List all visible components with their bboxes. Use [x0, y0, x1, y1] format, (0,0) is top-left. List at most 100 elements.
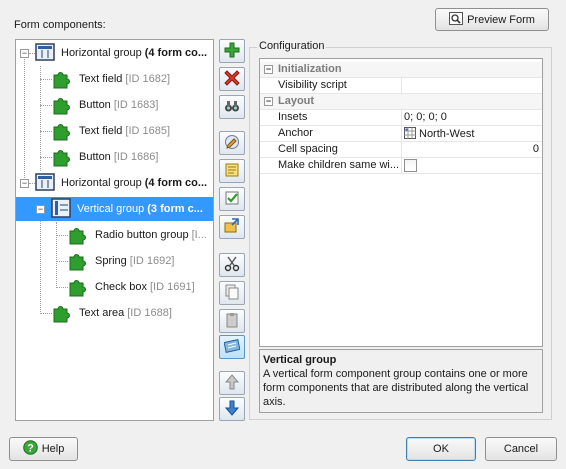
property-name: Visibility script [278, 79, 347, 91]
collapse-icon[interactable]: − [36, 205, 45, 214]
tree-item-horizontal-group[interactable]: − Horizontal group (4 form co... [16, 41, 213, 65]
tree-item-label: Horizontal group [61, 177, 142, 189]
tree-item-label: Spring [95, 255, 127, 267]
transform-icon [224, 217, 240, 237]
validate-button[interactable] [219, 187, 245, 211]
tree-item-id: [ID 1683] [113, 99, 159, 111]
add-button[interactable] [219, 39, 245, 63]
form-components-tree[interactable]: − Horizontal group (4 form co... Text fi… [15, 39, 214, 421]
property-table[interactable]: − Initialization Visibility script − Lay… [259, 58, 543, 347]
checkbox[interactable] [404, 159, 417, 172]
description-text: A vertical form component group contains… [263, 368, 529, 408]
puzzle-icon [51, 301, 73, 325]
vertical-group-icon [51, 197, 71, 221]
tree-item-label: Radio button group [95, 229, 189, 241]
move-down-button[interactable] [219, 397, 245, 421]
category-label: Initialization [278, 63, 342, 75]
help-icon: ? [22, 440, 38, 458]
delete-button[interactable] [219, 67, 245, 91]
property-visibility-script[interactable]: Visibility script [260, 78, 542, 94]
tree-item-vertical-group[interactable]: − Vertical group (3 form c... [16, 197, 213, 221]
tree-item-label: Button [79, 99, 111, 111]
edit-icon [224, 134, 240, 153]
tree-item-id: [I... [191, 229, 207, 241]
description-panel: Vertical group A vertical form component… [259, 349, 543, 413]
tree-item-text-area[interactable]: Text area [ID 1688] [16, 301, 213, 325]
tree-item-check-box[interactable]: Check box [ID 1691] [16, 275, 213, 299]
form-components-label: Form components: [14, 19, 106, 31]
edit-button[interactable] [219, 131, 245, 155]
tree-item-label: Vertical group [77, 203, 145, 215]
tree-item-id: [ID 1692] [129, 255, 175, 267]
move-up-button[interactable] [219, 371, 245, 395]
property-value[interactable] [401, 158, 542, 173]
collapse-icon[interactable]: − [264, 97, 273, 106]
property-name: Make children same wi... [278, 159, 398, 171]
anchor-icon [404, 126, 416, 142]
property-name: Insets [278, 111, 308, 123]
script-button[interactable] [219, 159, 245, 183]
collapse-icon[interactable]: − [264, 65, 273, 74]
property-value[interactable] [401, 78, 542, 93]
category-initialization[interactable]: − Initialization [260, 62, 542, 78]
property-insets[interactable]: Insets 0; 0; 0; 0 [260, 110, 542, 126]
horizontal-group-icon [35, 42, 55, 65]
help-button[interactable]: ? Help [9, 437, 78, 461]
tree-item-count: (3 form c... [147, 203, 203, 215]
property-value[interactable]: North-West [401, 126, 542, 141]
preview-form-button[interactable]: Preview Form [435, 8, 549, 31]
properties-button[interactable] [219, 335, 245, 359]
tree-item-label: Text field [79, 73, 123, 85]
tree-item-horizontal-group[interactable]: − Horizontal group (4 form co... [16, 171, 213, 195]
delete-icon [224, 69, 240, 89]
tree-item-radio-button-group[interactable]: Radio button group [I... [16, 223, 213, 247]
copy-button[interactable] [219, 281, 245, 305]
property-make-children-same-width[interactable]: Make children same wi... [260, 158, 542, 174]
tree-item-spring[interactable]: Spring [ID 1692] [16, 249, 213, 273]
cancel-button[interactable]: Cancel [485, 437, 557, 461]
transform-button[interactable] [219, 215, 245, 239]
cut-button[interactable] [219, 253, 245, 277]
category-label: Layout [278, 95, 315, 107]
property-value[interactable]: 0 [401, 142, 542, 157]
svg-text:?: ? [27, 442, 34, 454]
ok-button[interactable]: OK [406, 437, 476, 461]
property-name: Anchor [278, 127, 313, 139]
preview-form-label: Preview Form [467, 13, 535, 26]
puzzle-icon [67, 223, 89, 247]
category-layout[interactable]: − Layout [260, 94, 542, 110]
tree-item-text-field[interactable]: Text field [ID 1685] [16, 119, 213, 143]
tree-item-id: [ID 1688] [127, 307, 172, 319]
find-button[interactable] [219, 95, 245, 119]
puzzle-icon [51, 93, 73, 117]
horizontal-group-icon [35, 172, 55, 195]
puzzle-icon [51, 145, 73, 169]
tree-item-button[interactable]: Button [ID 1683] [16, 93, 213, 117]
configuration-title: Configuration [257, 40, 327, 52]
collapse-icon[interactable]: − [20, 49, 29, 58]
tree-item-button[interactable]: Button [ID 1686] [16, 145, 213, 169]
property-cell-spacing[interactable]: Cell spacing 0 [260, 142, 542, 158]
puzzle-icon [51, 67, 73, 91]
paste-button[interactable] [219, 309, 245, 333]
anchor-value: North-West [419, 128, 475, 140]
tree-item-text-field[interactable]: Text field [ID 1682] [16, 67, 213, 91]
tree-item-label: Text area [79, 307, 125, 319]
property-value[interactable]: 0; 0; 0; 0 [401, 110, 542, 125]
tree-item-label: Check box [95, 281, 147, 293]
validate-icon [224, 190, 240, 209]
properties-icon [223, 338, 241, 357]
puzzle-icon [51, 119, 73, 143]
tree-item-count: (4 form co... [144, 47, 208, 59]
preview-icon [449, 11, 464, 28]
help-label: Help [41, 443, 65, 455]
script-icon [224, 162, 240, 181]
tree-item-id: [ID 1691] [149, 281, 195, 293]
tree-item-id: [ID 1685] [125, 125, 171, 137]
property-name: Cell spacing [278, 143, 338, 155]
tree-item-label: Text field [79, 125, 123, 137]
tree-item-id: [ID 1682] [125, 73, 171, 85]
paste-icon [224, 312, 240, 331]
property-anchor[interactable]: Anchor North-West [260, 126, 542, 142]
collapse-icon[interactable]: − [20, 179, 29, 188]
